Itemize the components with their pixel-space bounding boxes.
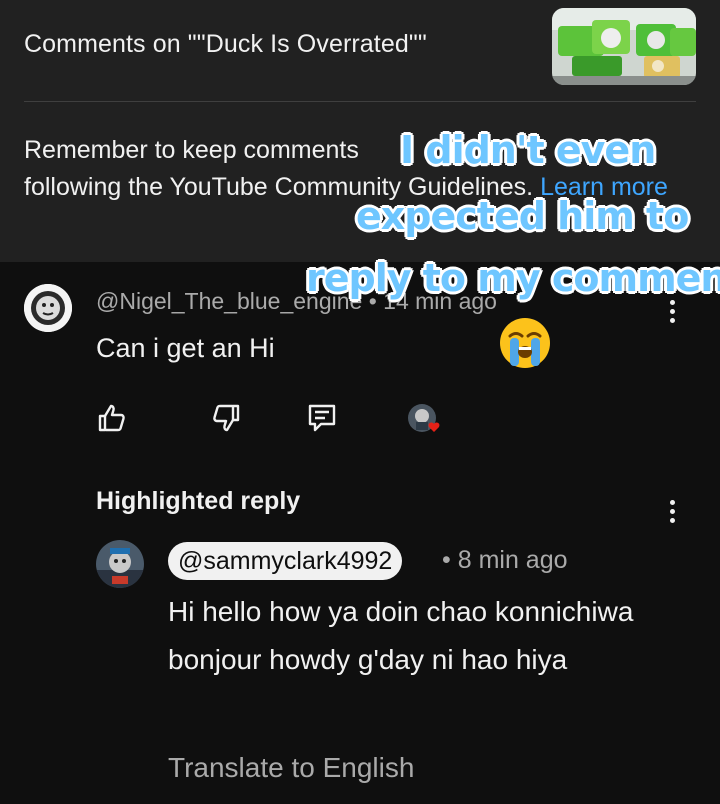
video-thumbnail[interactable] <box>552 8 696 85</box>
guidelines-line1: Remember to keep comments <box>24 136 359 164</box>
thumbs-up-icon[interactable] <box>94 400 130 436</box>
reply-more-icon[interactable] <box>668 500 676 523</box>
reply-time: 8 min ago <box>457 546 568 574</box>
comments-title: Comments on ""Duck Is Overrated"" <box>24 30 427 58</box>
header-divider <box>24 101 696 102</box>
reply-meta: • 8 min ago <box>442 546 568 575</box>
reply-author-handle[interactable]: @sammyclark4992 <box>168 542 403 580</box>
overlay-caption-line2: expected him to <box>356 194 689 238</box>
thumbs-down-icon[interactable] <box>208 400 244 436</box>
reply-meta-separator: • <box>442 546 451 574</box>
comment-more-icon[interactable] <box>668 300 676 323</box>
reply-author-avatar[interactable] <box>96 540 144 588</box>
creator-heart-icon <box>404 400 444 440</box>
highlighted-reply-label: Highlighted reply <box>96 487 301 515</box>
overlay-caption-line3: reply to my commen <box>306 256 720 300</box>
reply-icon[interactable] <box>304 400 340 436</box>
reply-text: Hi hello how ya doin chao konnichiwa bon… <box>168 596 634 675</box>
translate-button[interactable]: Translate to English <box>168 752 414 784</box>
comment-text: Can i get an Hi <box>96 333 275 363</box>
comment-author-avatar[interactable] <box>24 284 72 332</box>
crying-face-emoji <box>498 316 552 370</box>
overlay-caption-line1: I didn't even <box>400 128 656 172</box>
